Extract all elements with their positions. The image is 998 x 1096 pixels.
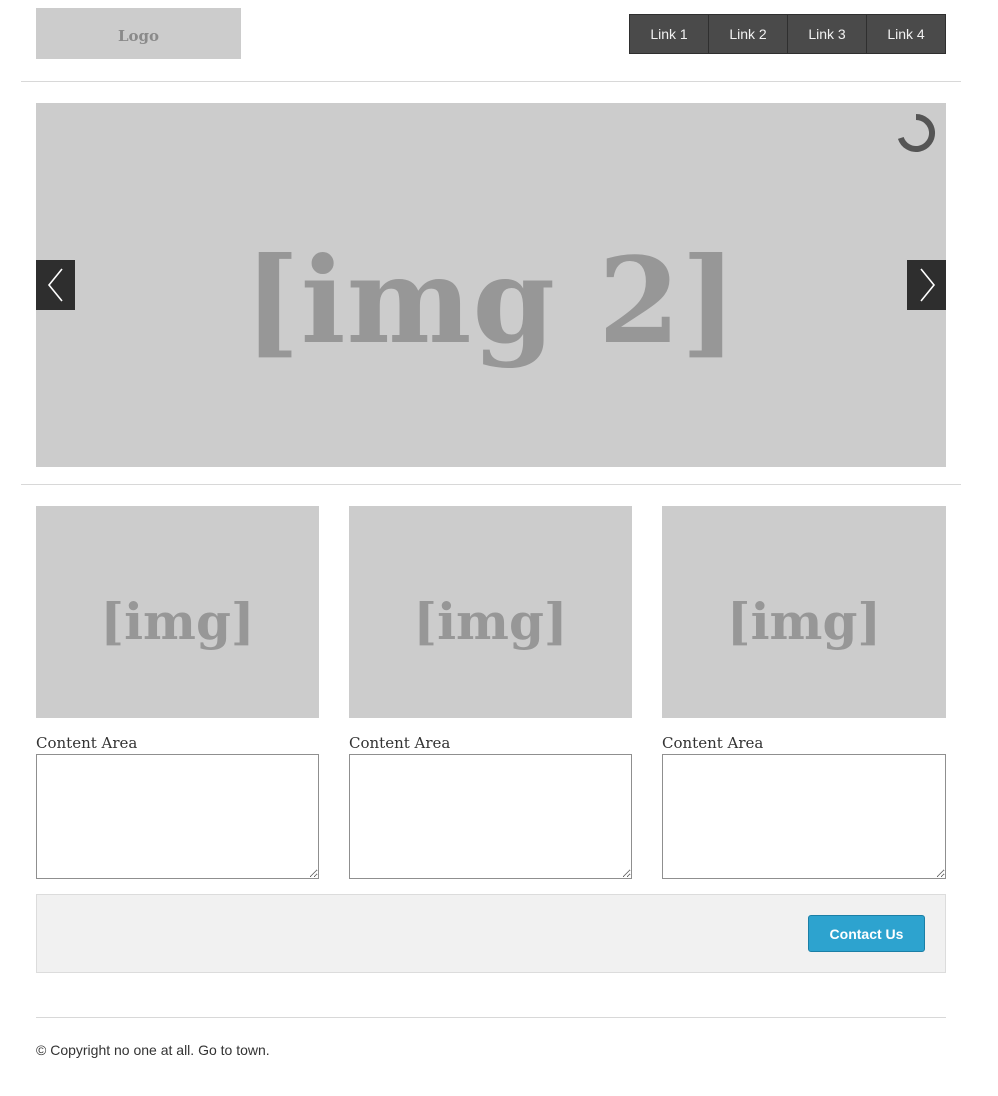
card-image-3: [img] — [662, 506, 946, 718]
card-label-3: Content Area — [662, 734, 764, 752]
main-nav: Link 1 Link 2 Link 3 Link 4 — [629, 14, 946, 54]
nav-link-2[interactable]: Link 2 — [708, 15, 787, 53]
footer-copyright: © Copyright no one at all. Go to town. — [36, 1042, 270, 1058]
image-slider: [img 2] — [36, 103, 946, 467]
footer-divider — [36, 1017, 946, 1018]
slide-image-placeholder: [img 2] — [243, 230, 739, 370]
slider-divider — [21, 484, 961, 485]
logo[interactable]: Logo — [36, 8, 241, 59]
slider-next-button[interactable] — [907, 260, 946, 310]
chevron-right-icon — [919, 268, 935, 302]
chevron-left-icon — [47, 268, 63, 302]
nav-link-3[interactable]: Link 3 — [787, 15, 866, 53]
slider-prev-button[interactable] — [36, 260, 75, 310]
card-label-2: Content Area — [349, 734, 451, 752]
card-label-1: Content Area — [36, 734, 138, 752]
content-area-textarea-1[interactable] — [36, 754, 319, 879]
contact-us-button[interactable]: Contact Us — [808, 915, 925, 952]
header-divider — [21, 81, 961, 82]
nav-link-4[interactable]: Link 4 — [866, 15, 945, 53]
contact-panel: Contact Us — [36, 894, 946, 973]
nav-link-1[interactable]: Link 1 — [630, 15, 708, 53]
card-image-1: [img] — [36, 506, 319, 718]
card-image-2: [img] — [349, 506, 632, 718]
content-area-textarea-3[interactable] — [662, 754, 946, 879]
spinner-icon — [897, 114, 936, 152]
content-area-textarea-2[interactable] — [349, 754, 632, 879]
